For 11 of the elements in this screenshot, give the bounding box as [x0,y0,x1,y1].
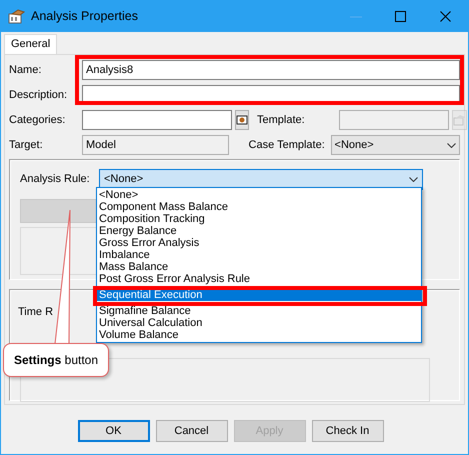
field-label: Template: [257,112,306,128]
target-field: Model [82,135,229,155]
field-label: Target: [9,138,44,153]
field-label: Name: [9,62,42,78]
field-label: Description: [9,88,68,103]
field-label: Time R [18,306,54,318]
field-label: Categories: [9,112,66,128]
field-label: Analysis Rule: [20,172,91,188]
callout-label: Settings button [3,343,109,377]
field-label: Case Template: [248,138,326,153]
window-title: Analysis Properties [31,8,139,26]
